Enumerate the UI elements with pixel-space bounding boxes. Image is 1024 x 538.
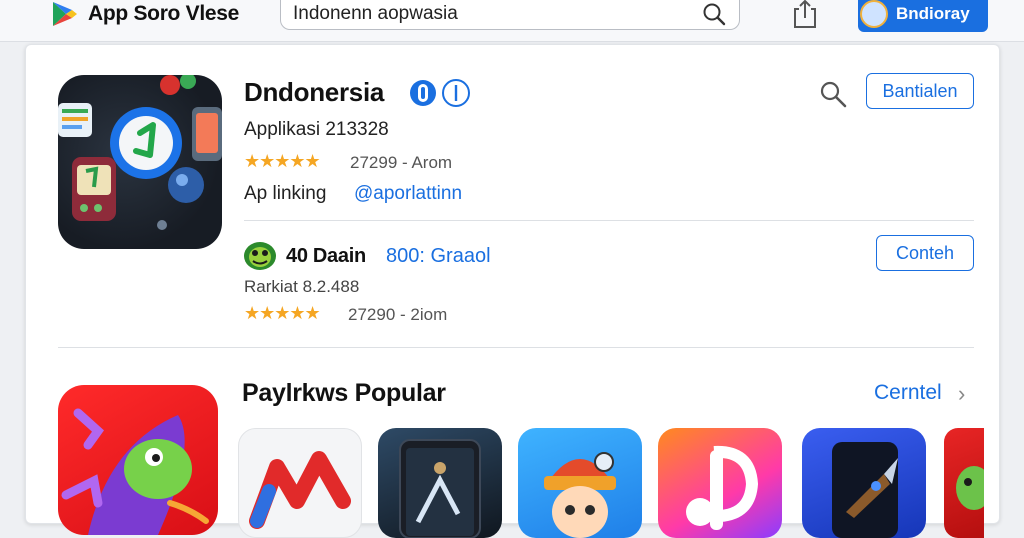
app-icon-art: [58, 75, 222, 230]
search-input[interactable]: [293, 2, 693, 26]
app-tile[interactable]: [658, 428, 782, 538]
chevron-right-icon[interactable]: ›: [958, 381, 965, 407]
app-tile[interactable]: [802, 428, 926, 538]
verified-badge-icon: [410, 79, 470, 107]
game-subtitle: Rarkiat 8.2.488: [244, 277, 360, 296]
app-tile[interactable]: [378, 428, 502, 538]
game-price: 800: Graaol: [386, 245, 491, 267]
developer-link[interactable]: @aporlattinn: [354, 183, 462, 205]
profile-label: Bndioray: [896, 4, 970, 23]
avatar: [860, 0, 888, 28]
search-bar[interactable]: [280, 0, 740, 30]
app-tile-partial[interactable]: [944, 428, 984, 538]
app-tile-art: [249, 451, 351, 529]
section-divider: [58, 347, 974, 348]
featured-app-art: [61, 408, 209, 535]
game-action-button[interactable]: Conteh: [876, 235, 974, 271]
top-bar: App Soro Vlese Bndioray: [0, 0, 1024, 42]
developer-label: Ap linking: [244, 183, 327, 204]
section-title: Paylrkws Popular: [242, 379, 446, 407]
search-icon[interactable]: [701, 1, 727, 27]
app-tile-art: [832, 442, 898, 538]
game-rating-stars: ★★★★★: [244, 303, 321, 323]
app-category: Applikasi 213328: [244, 119, 389, 140]
app-tile[interactable]: [238, 428, 362, 538]
app-tile-art: [956, 466, 984, 510]
app-icon[interactable]: [58, 75, 222, 249]
see-all-link[interactable]: Cerntel: [874, 381, 942, 405]
app-tile-art: [544, 452, 616, 538]
profile-button[interactable]: Bndioray: [858, 0, 988, 32]
game-icon[interactable]: [242, 239, 278, 271]
app-tile-art: [399, 439, 481, 538]
game-rating-meta: 27290 - 2iom: [348, 305, 448, 324]
app-detail-card: Dndonersia Applikasi 213328 ★★★★★ 27299 …: [25, 44, 1000, 538]
app-tile-art: [686, 445, 759, 530]
featured-app-tile[interactable]: [58, 385, 218, 535]
divider: [244, 220, 974, 221]
store-name: App Soro Vlese: [88, 2, 240, 25]
share-icon[interactable]: [790, 0, 820, 30]
magnify-icon[interactable]: [818, 79, 848, 109]
app-tile[interactable]: [518, 428, 642, 538]
app-action-button[interactable]: Bantialen: [866, 73, 974, 109]
app-title: Dndonersia: [244, 77, 385, 107]
app-rating-meta: 27299 - Arom: [350, 153, 453, 172]
play-store-logo-icon[interactable]: [50, 1, 78, 27]
game-title: 40 Daain: [286, 245, 366, 267]
app-rating-stars: ★★★★★: [244, 151, 321, 171]
